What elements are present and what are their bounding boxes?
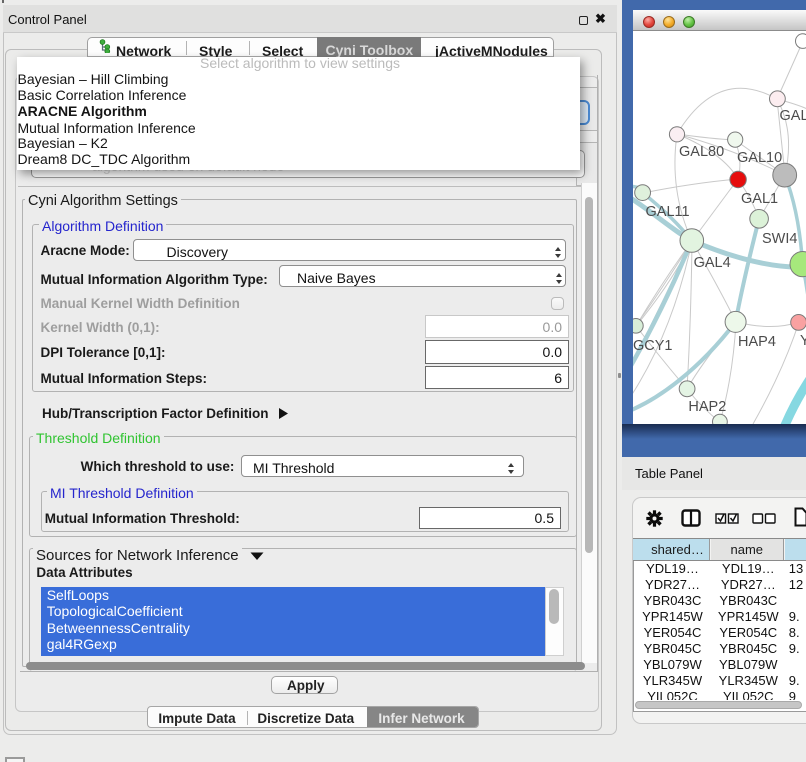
svg-text:Y: Y bbox=[800, 333, 806, 349]
svg-text:GAL11: GAL11 bbox=[646, 204, 690, 220]
svg-text:GAL80: GAL80 bbox=[679, 144, 724, 160]
svg-text:GAL4: GAL4 bbox=[694, 255, 731, 271]
svg-text:HAP4: HAP4 bbox=[738, 334, 776, 350]
svg-text:GAL: GAL bbox=[780, 108, 806, 124]
svg-text:GAL1: GAL1 bbox=[741, 191, 778, 207]
svg-text:SWI4: SWI4 bbox=[762, 231, 797, 247]
svg-text:GCY1: GCY1 bbox=[633, 338, 673, 354]
svg-text:HAP2: HAP2 bbox=[688, 399, 726, 415]
svg-text:GAL10: GAL10 bbox=[737, 150, 782, 166]
